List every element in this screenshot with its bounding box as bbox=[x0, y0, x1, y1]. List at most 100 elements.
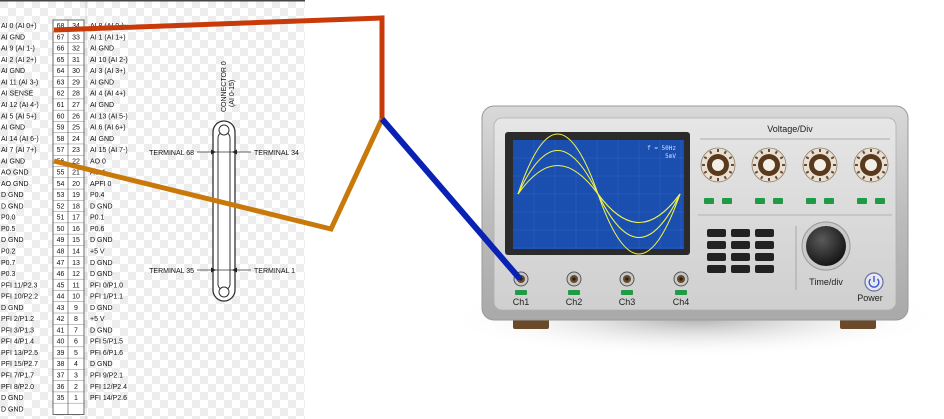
pin-number-right: 5 bbox=[74, 350, 78, 357]
pin-number-left: 59 bbox=[57, 125, 65, 132]
pin-number-left: 54 bbox=[57, 181, 65, 188]
pin-number-right: 29 bbox=[72, 79, 80, 86]
pin-label-right: AI GND bbox=[90, 136, 114, 143]
pin-label-left: AI 11 (AI 3-) bbox=[1, 79, 38, 86]
pin-number-left: 64 bbox=[57, 68, 65, 75]
pin-label-left: PFI 11/P2.3 bbox=[1, 282, 38, 289]
keypad-button[interactable] bbox=[755, 253, 774, 261]
pin-label-left: PFI 15/P2.7 bbox=[1, 361, 38, 368]
pin-number-right: 15 bbox=[72, 237, 80, 244]
terminal-68-label: TERMINAL 68 bbox=[149, 150, 194, 157]
pin-number-left: 42 bbox=[57, 316, 65, 323]
pin-label-left: AI GND bbox=[1, 125, 25, 132]
channel-led bbox=[515, 290, 527, 295]
pin-label-right: AI 1 (AI 1+) bbox=[90, 34, 126, 41]
pin-label-right: D GND bbox=[90, 271, 113, 278]
pin-number-right: 17 bbox=[72, 215, 80, 222]
voltage-div-title: Voltage/Div bbox=[767, 124, 813, 134]
keypad-button[interactable] bbox=[755, 265, 774, 273]
pin-label-right: PFI 9/P2.1 bbox=[90, 372, 123, 379]
keypad-button[interactable] bbox=[707, 229, 726, 237]
pin-number-left: 52 bbox=[57, 203, 65, 210]
pinout-table: AI 0 (AI 0+) 68 34 AI 8 (AI 0-)AI GND 67 33 AI… bbox=[1, 0, 128, 419]
pin-label-left: D GND bbox=[1, 395, 24, 402]
keypad-button[interactable] bbox=[755, 241, 774, 249]
pin-label-left: P0.0 bbox=[1, 215, 16, 222]
pin-label-left: D GND bbox=[1, 237, 24, 244]
pin-number-right: 9 bbox=[74, 305, 78, 312]
channel-label: Ch4 bbox=[673, 297, 690, 307]
pin-number-left: 55 bbox=[57, 170, 65, 177]
keypad-button[interactable] bbox=[731, 265, 750, 273]
keypad-button[interactable] bbox=[731, 229, 750, 237]
pin-label-right: AI GND bbox=[90, 79, 114, 86]
pin-label-right: D GND bbox=[90, 203, 113, 210]
power-label: Power bbox=[857, 293, 883, 303]
pin-label-left: D GND bbox=[1, 203, 24, 210]
pin-number-right: 6 bbox=[74, 339, 78, 346]
pin-number-left: 67 bbox=[57, 34, 65, 41]
pin-number-left: 60 bbox=[57, 113, 65, 120]
pin-number-left: 44 bbox=[57, 294, 65, 301]
pin-number-right: 18 bbox=[72, 203, 80, 210]
pin-label-right: PFI 12/P2.4 bbox=[90, 384, 127, 391]
pin-number-right: 33 bbox=[72, 34, 80, 41]
keypad-button[interactable] bbox=[707, 265, 726, 273]
scale-readout: 5mV bbox=[665, 153, 676, 160]
pin-label-right: PFI 14/P2.6 bbox=[90, 395, 127, 402]
keypad-button[interactable] bbox=[707, 253, 726, 261]
pin-label-left: P0.2 bbox=[1, 249, 16, 256]
pin-label-left: P0.3 bbox=[1, 271, 16, 278]
pin-label-right: AI 10 (AI 2-) bbox=[90, 57, 128, 64]
pin-label-left: AI 0 (AI 0+) bbox=[1, 23, 37, 30]
pin-label-left: AI GND bbox=[1, 34, 25, 41]
pin-label-right: AI 13 (AI 5-) bbox=[90, 113, 128, 120]
pin-label-left: PFI 7/P1.7 bbox=[1, 372, 34, 379]
channel-label: Ch3 bbox=[619, 297, 636, 307]
pin-label-right: D GND bbox=[90, 260, 113, 267]
pin-number-left: 49 bbox=[57, 237, 65, 244]
pin-label-left: AI 5 (AI 5+) bbox=[1, 113, 37, 120]
pin-number-left: 46 bbox=[57, 271, 65, 278]
pin-number-left: 38 bbox=[57, 361, 65, 368]
pin-label-right: AI 3 (AI 3+) bbox=[90, 68, 126, 75]
pin-label-right: PFI 1/P1.1 bbox=[90, 294, 123, 301]
indicator-led bbox=[875, 198, 885, 204]
time-div-knob[interactable] bbox=[806, 226, 846, 266]
pin-number-right: 20 bbox=[72, 181, 80, 188]
pin-label-left: AI 9 (AI 1-) bbox=[1, 46, 35, 53]
pin-label-right: AO 0 bbox=[90, 158, 106, 165]
keypad-button[interactable] bbox=[707, 241, 726, 249]
pin-number-right: 27 bbox=[72, 102, 80, 109]
keypad-button[interactable] bbox=[755, 229, 774, 237]
keypad-button[interactable] bbox=[731, 241, 750, 249]
pin-number-right: 24 bbox=[72, 136, 80, 143]
keypad-button[interactable] bbox=[731, 253, 750, 261]
connector-subtitle: (AI 0-15) bbox=[229, 80, 236, 107]
channel-led bbox=[675, 290, 687, 295]
channel-label: Ch2 bbox=[566, 297, 583, 307]
pin-number-left: 58 bbox=[57, 136, 65, 143]
pin-number-right: 2 bbox=[74, 384, 78, 391]
pin-number-right: 30 bbox=[72, 68, 80, 75]
channel-label: Ch1 bbox=[513, 297, 530, 307]
diagram-canvas: AI 0 (AI 0+) 68 34 AI 8 (AI 0-)AI GND 67 33 AI… bbox=[0, 0, 944, 419]
pin-number-right: 23 bbox=[72, 147, 80, 154]
pin-label-left: D GND bbox=[1, 305, 24, 312]
pin-number-left: 61 bbox=[57, 102, 65, 109]
pin-number-left: 57 bbox=[57, 147, 65, 154]
pin-number-left: 62 bbox=[57, 91, 65, 98]
terminal-34-label: TERMINAL 34 bbox=[254, 150, 299, 157]
indicator-led bbox=[704, 198, 714, 204]
pin-label-right: PFI 6/P1.6 bbox=[90, 350, 123, 357]
pin-label-left: D GND bbox=[1, 406, 24, 413]
channel-led bbox=[568, 290, 580, 295]
frequency-readout: f = 50Hz bbox=[647, 145, 676, 152]
pin-number-right: 4 bbox=[74, 361, 78, 368]
pin-label-right: D GND bbox=[90, 305, 113, 312]
pin-number-right: 31 bbox=[72, 57, 80, 64]
channel-led bbox=[621, 290, 633, 295]
pin-label-left: PFI 3/P1.3 bbox=[1, 327, 34, 334]
pin-number-left: 63 bbox=[57, 79, 65, 86]
pin-label-right: PFI 5/P1.5 bbox=[90, 339, 123, 346]
